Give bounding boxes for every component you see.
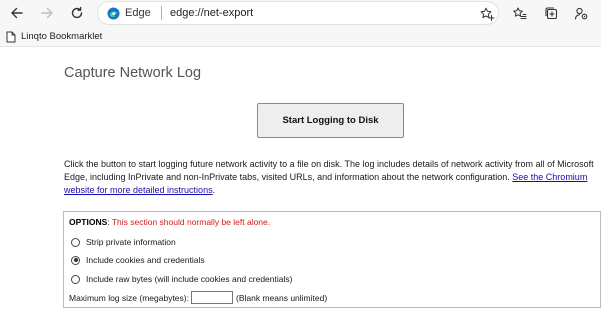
site-identity-label: Edge <box>125 7 151 19</box>
address-divider <box>161 6 162 20</box>
options-warning: This section should normally be left alo… <box>111 217 271 227</box>
include-cookies-option[interactable]: Include cookies and credentials <box>71 254 205 266</box>
forward-icon[interactable] <box>36 2 58 24</box>
strip-private-option[interactable]: Strip private information <box>71 236 176 248</box>
description-end: . <box>212 185 216 195</box>
max-log-size-label: Maximum log size (megabytes): <box>69 292 189 303</box>
address-bar[interactable]: Edge edge://net-export <box>97 1 499 25</box>
page-title: Capture Network Log <box>64 65 202 81</box>
edge-logo-icon <box>107 7 120 20</box>
page-icon <box>6 31 16 42</box>
max-log-size-row: Maximum log size (megabytes): (Blank mea… <box>69 291 327 304</box>
include-cookies-label: Include cookies and credentials <box>86 255 205 265</box>
browser-toolbar: Edge edge://net-export <box>0 0 601 26</box>
back-icon[interactable] <box>6 2 28 24</box>
strip-private-label: Strip private information <box>86 237 176 247</box>
start-logging-button[interactable]: Start Logging to Disk <box>257 103 404 138</box>
options-heading-label: OPTIONS <box>69 217 108 227</box>
refresh-icon[interactable] <box>66 2 88 24</box>
bookmark-linqto[interactable]: Linqto Bookmarklet <box>6 30 102 43</box>
bookmark-label: Linqto Bookmarklet <box>21 31 103 42</box>
bookmarks-bar: Linqto Bookmarklet <box>0 26 601 47</box>
include-raw-bytes-radio[interactable] <box>71 274 80 284</box>
include-raw-bytes-label: Include raw bytes (will include cookies … <box>86 274 293 284</box>
favorites-icon[interactable] <box>508 2 530 24</box>
max-log-size-hint: (Blank means unlimited) <box>235 292 328 303</box>
include-cookies-radio[interactable] <box>71 255 80 265</box>
collections-icon[interactable] <box>540 2 562 24</box>
page-description: Click the button to start logging future… <box>64 158 601 197</box>
options-panel: OPTIONS: This section should normally be… <box>63 211 601 308</box>
options-heading: OPTIONS: This section should normally be… <box>69 217 271 227</box>
max-log-size-input[interactable] <box>190 291 233 304</box>
profile-icon[interactable] <box>570 2 592 24</box>
include-raw-bytes-option[interactable]: Include raw bytes (will include cookies … <box>71 273 292 285</box>
url-text[interactable]: edge://net-export <box>170 7 253 19</box>
add-favorite-icon[interactable] <box>479 6 495 22</box>
strip-private-radio[interactable] <box>71 237 80 247</box>
